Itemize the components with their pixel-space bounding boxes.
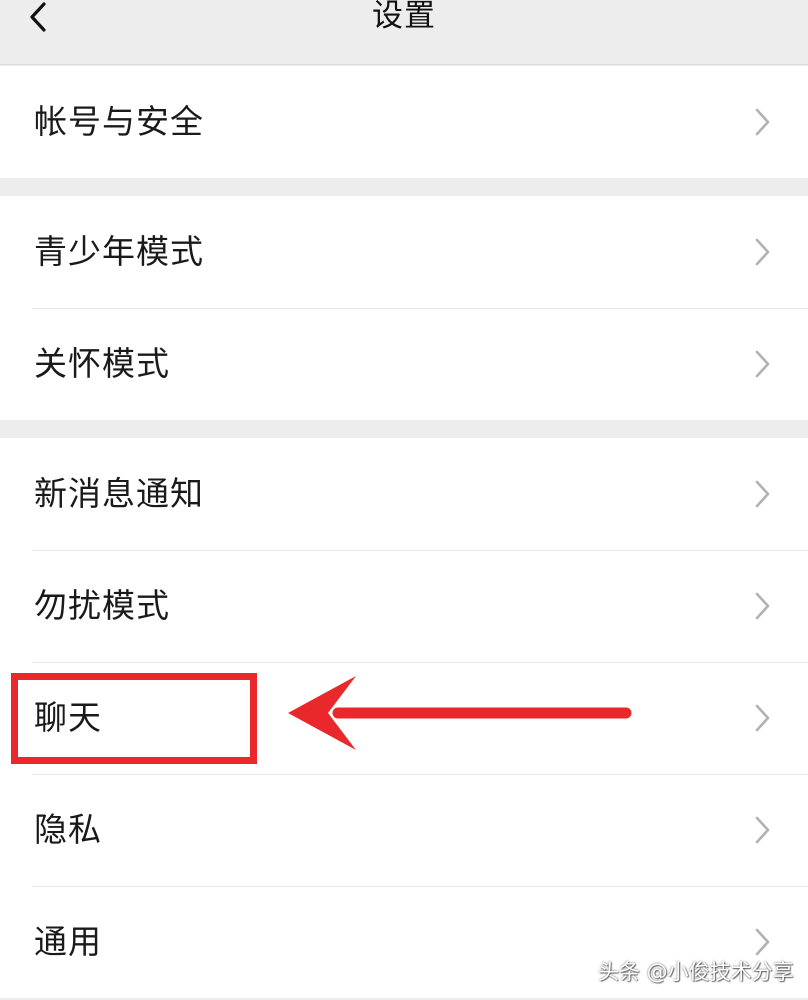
settings-item-teen-mode[interactable]: 青少年模式 [0, 196, 808, 308]
settings-item-label: 通用 [34, 922, 102, 961]
watermark-text: 头条 @小俊技术分享 [598, 960, 794, 984]
settings-item-label: 帐号与安全 [34, 102, 204, 141]
settings-item-label: 隐私 [34, 810, 102, 849]
chevron-right-icon [755, 928, 770, 956]
settings-item-do-not-disturb[interactable]: 勿扰模式 [0, 550, 808, 662]
annotation-arrow-icon [288, 676, 632, 750]
settings-item-care-mode[interactable]: 关怀模式 [0, 308, 808, 420]
annotation-highlight-box [11, 673, 257, 764]
chevron-right-icon [755, 108, 770, 136]
settings-item-privacy[interactable]: 隐私 [0, 774, 808, 886]
settings-item-label: 青少年模式 [34, 232, 204, 271]
settings-item-label: 勿扰模式 [34, 586, 170, 625]
chevron-right-icon [755, 816, 770, 844]
settings-item-label: 新消息通知 [34, 474, 204, 513]
chevron-right-icon [755, 704, 770, 732]
chevron-right-icon [755, 350, 770, 378]
page-title: 设置 [372, 0, 436, 34]
chevron-right-icon [755, 480, 770, 508]
navigation-bar: 设置 [0, 0, 808, 65]
settings-group-modes: 青少年模式 关怀模式 [0, 196, 808, 420]
settings-item-account-security[interactable]: 帐号与安全 [0, 66, 808, 178]
chevron-right-icon [755, 592, 770, 620]
settings-item-label: 关怀模式 [34, 344, 170, 383]
settings-group-account: 帐号与安全 [0, 66, 808, 178]
chevron-right-icon [755, 238, 770, 266]
settings-item-new-message-notifications[interactable]: 新消息通知 [0, 438, 808, 550]
